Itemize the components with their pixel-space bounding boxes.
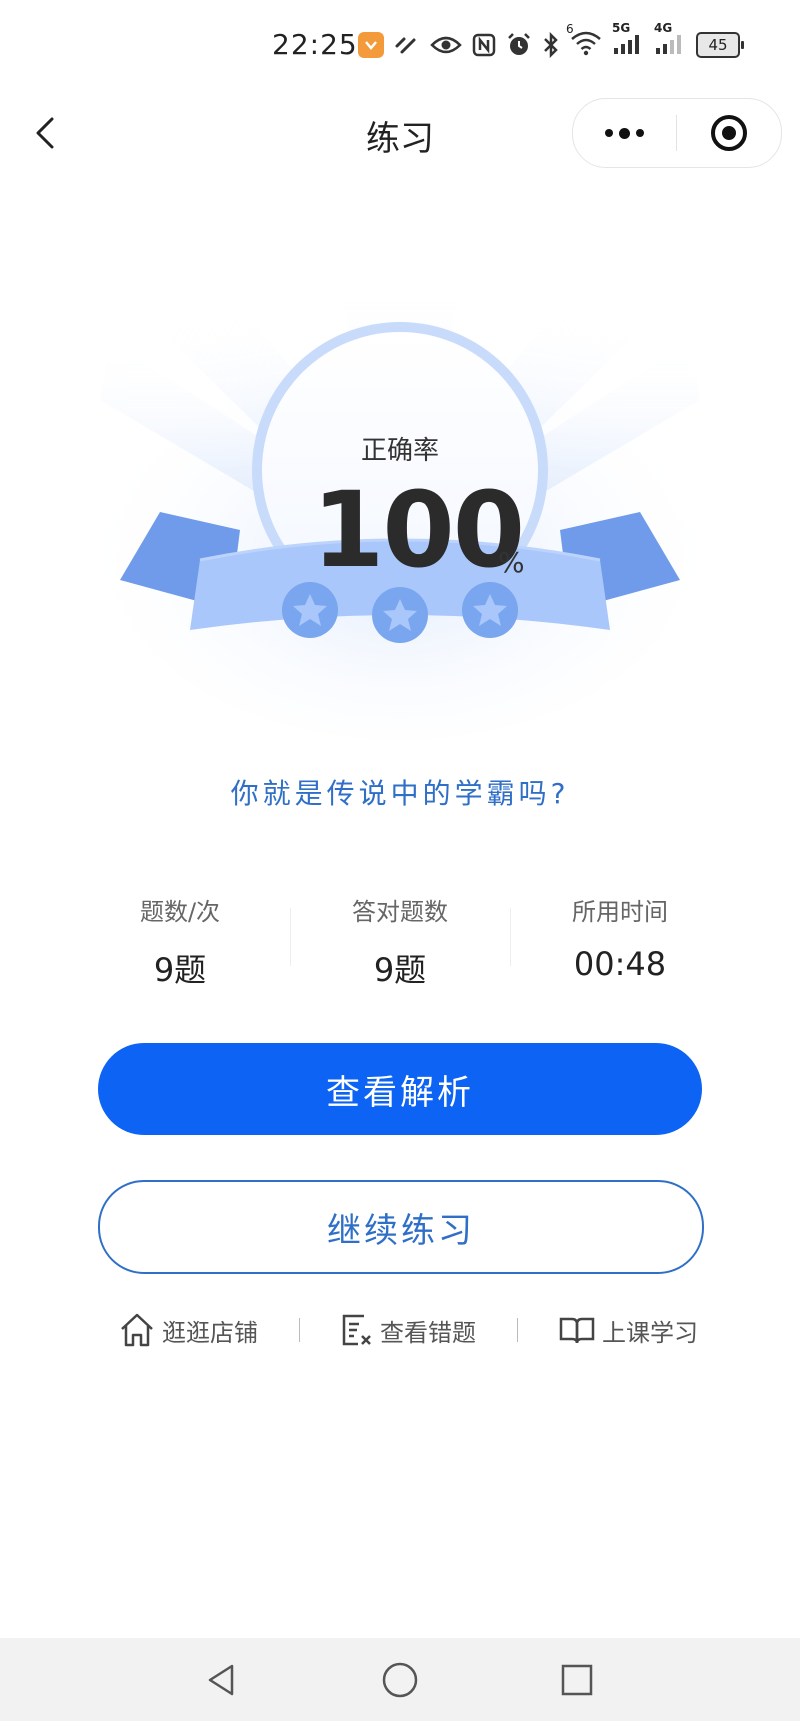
app-notification-icon: [358, 32, 384, 58]
signal-5g-icon: 5G: [612, 21, 644, 59]
system-back-button[interactable]: [200, 1658, 244, 1702]
stat-value: 9题: [373, 951, 427, 989]
accuracy-unit: %: [498, 546, 525, 579]
close-miniprogram-button[interactable]: [677, 99, 780, 167]
stat-value: 9题: [153, 951, 207, 989]
target-icon: [710, 115, 747, 151]
battery-level: 45: [696, 32, 740, 58]
stat-label: 答对题数: [352, 898, 448, 926]
view-analysis-button[interactable]: 查看解析: [98, 1043, 702, 1135]
stat-value: 00:48: [573, 945, 667, 983]
nav-bar: 练习: [0, 95, 800, 170]
nfc-icon: [472, 33, 496, 57]
slogan-text: 你就是传说中的学霸吗?: [230, 777, 570, 810]
stat-label: 所用时间: [572, 898, 668, 926]
bluetooth-icon: [544, 32, 558, 58]
system-navigation-bar: [0, 1638, 800, 1721]
more-dot-icon: [605, 129, 613, 137]
wifi-badge: 6: [566, 22, 574, 36]
square-recents-icon: [561, 1664, 593, 1696]
stat-divider: [290, 908, 291, 966]
system-home-button[interactable]: [378, 1658, 422, 1702]
accuracy-label: 正确率: [360, 436, 439, 466]
signal-4g-icon: 4G: [654, 21, 686, 59]
wifi-icon: 6: [566, 22, 602, 60]
continue-practice-button[interactable]: 继续练习: [98, 1180, 704, 1274]
wrong-list-icon: [342, 1314, 371, 1346]
more-button[interactable]: [573, 99, 676, 167]
shop-link-label: 逛逛店铺: [162, 1318, 258, 1347]
battery-icon: 45: [696, 32, 744, 58]
circle-home-icon: [382, 1662, 418, 1698]
status-bar: 22:25 6 5G 4G 45: [0, 0, 800, 95]
bottom-links: 逛逛店铺 查看错题 上课学习: [118, 1305, 698, 1355]
status-icons: 6 5G 4G 45: [358, 21, 744, 60]
miniprogram-capsule: [572, 98, 782, 168]
more-dot-icon: [636, 129, 644, 137]
stat-correct-count: 答对题数 9题: [290, 888, 510, 998]
wrong-questions-link[interactable]: 查看错题: [340, 1312, 476, 1348]
stat-label: 题数/次: [139, 898, 221, 926]
star-icon: [372, 587, 428, 643]
stat-question-count: 题数/次 9题: [70, 888, 290, 998]
eye-icon: [430, 36, 462, 54]
more-dot-icon: [619, 127, 630, 139]
study-link[interactable]: 上课学习: [558, 1313, 698, 1348]
book-icon: [559, 1317, 595, 1344]
link-divider: [298, 1318, 300, 1342]
link-divider: [516, 1318, 518, 1342]
study-link-label: 上课学习: [602, 1318, 698, 1347]
accuracy-value: 100: [312, 469, 525, 591]
stat-divider: [510, 908, 511, 966]
network-label-5g: 5G: [612, 21, 631, 35]
link-notification-icon: [395, 37, 416, 54]
system-recents-button[interactable]: [555, 1658, 599, 1702]
battery-tip: [741, 41, 744, 49]
triangle-back-icon: [208, 1664, 234, 1696]
chevron-left-icon: [36, 117, 54, 149]
stats-row: 题数/次 9题 答对题数 9题 所用时间 00:48: [70, 888, 730, 998]
home-icon: [121, 1313, 153, 1347]
status-time: 22:25: [272, 28, 358, 61]
alarm-icon: [508, 33, 530, 55]
stat-time-used: 所用时间 00:48: [510, 888, 730, 998]
network-label-4g: 4G: [654, 21, 673, 35]
back-button[interactable]: [28, 113, 64, 153]
wrong-questions-link-label: 查看错题: [380, 1318, 476, 1347]
shop-link[interactable]: 逛逛店铺: [118, 1311, 258, 1349]
